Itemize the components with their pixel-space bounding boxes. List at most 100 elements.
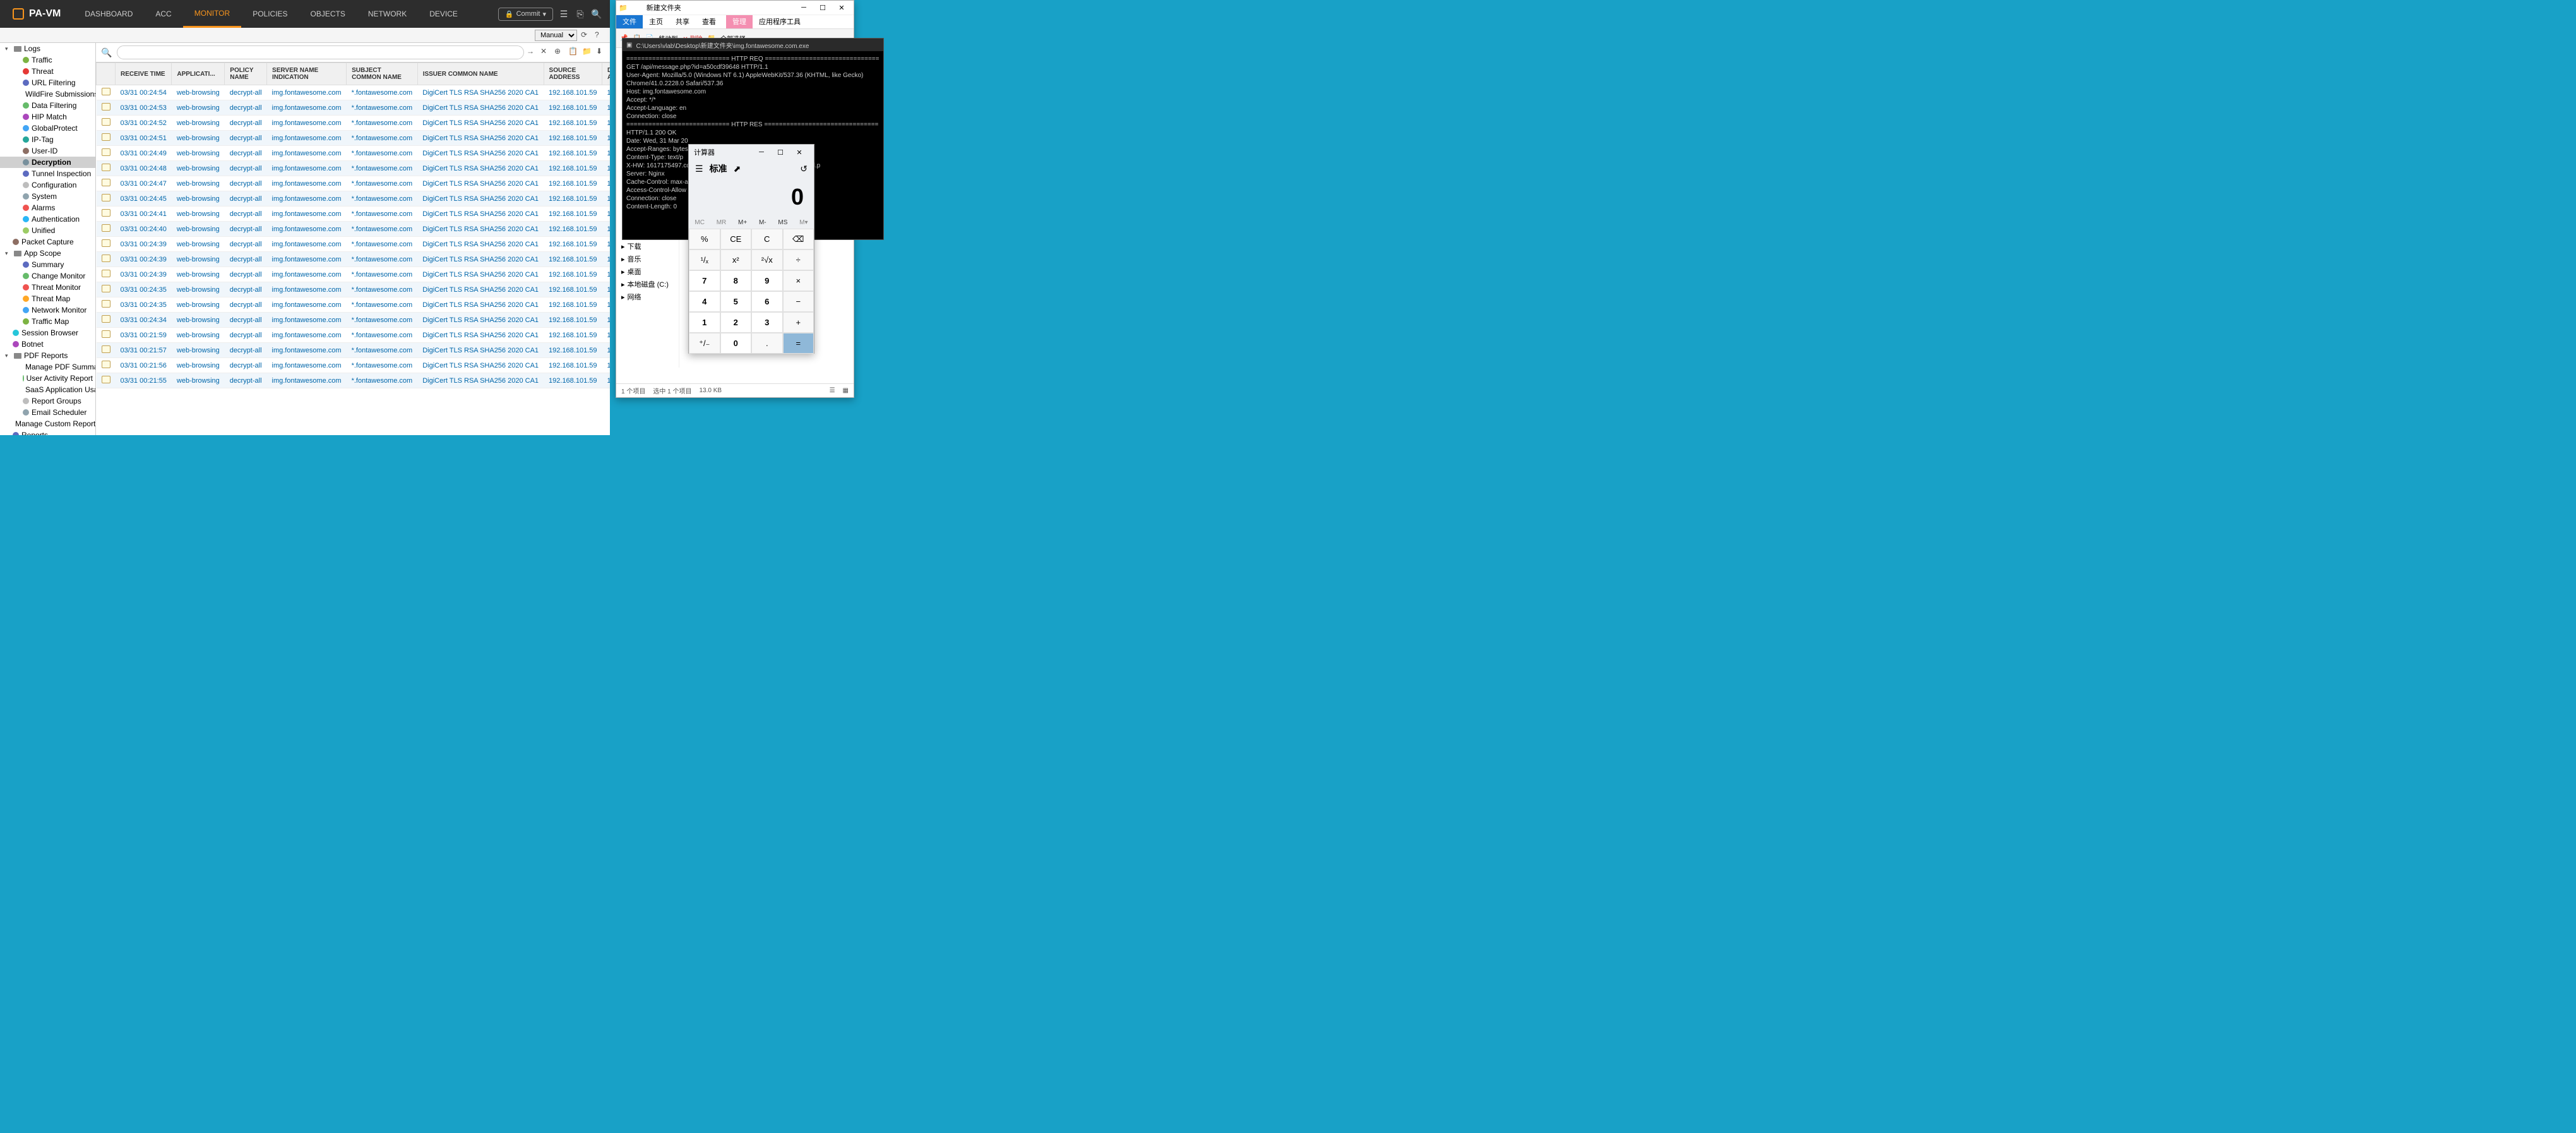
- row-detail-icon[interactable]: [97, 313, 116, 328]
- calc-btn-3[interactable]: 3: [751, 312, 783, 333]
- row-detail-icon[interactable]: [97, 116, 116, 131]
- on-top-icon[interactable]: ⬈: [734, 164, 741, 174]
- ribbon-tab-home[interactable]: 主页: [643, 15, 669, 28]
- col-header[interactable]: SUBJECT COMMON NAME: [347, 63, 418, 85]
- col-header[interactable]: ISSUER COMMON NAME: [417, 63, 544, 85]
- col-header[interactable]: RECEIVE TIME: [116, 63, 172, 85]
- nav-acc[interactable]: ACC: [144, 0, 182, 28]
- nav-network[interactable]: NETWORK: [357, 0, 418, 28]
- terminal-titlebar[interactable]: ▣ C:\Users\vlab\Desktop\新建文件夹\img.fontaw…: [623, 39, 883, 51]
- ribbon-tab-file[interactable]: 文件: [616, 15, 643, 28]
- calc-btn-9[interactable]: 9: [751, 270, 783, 291]
- row-detail-icon[interactable]: [97, 100, 116, 116]
- explorer-tree-item[interactable]: ▸本地磁盘 (C:): [619, 278, 676, 291]
- sidebar-item-threat-map[interactable]: Threat Map: [0, 293, 95, 304]
- sidebar-item-traffic[interactable]: Traffic: [0, 54, 95, 66]
- row-detail-icon[interactable]: [97, 237, 116, 252]
- sidebar-item-tunnel-inspection[interactable]: Tunnel Inspection: [0, 168, 95, 179]
- sidebar-item-summary[interactable]: Summary: [0, 259, 95, 270]
- calc-btn-²√x[interactable]: ²√x: [751, 249, 783, 270]
- log-row[interactable]: 03/31 00:24:54web-browsingdecrypt-allimg…: [97, 85, 611, 100]
- calc-btn-CE[interactable]: CE: [720, 229, 752, 249]
- sidebar-item-logs[interactable]: ▾Logs: [0, 43, 95, 54]
- calc-btn-x²[interactable]: x²: [720, 249, 752, 270]
- sidebar-item-threat-monitor[interactable]: Threat Monitor: [0, 282, 95, 293]
- calc-btn-+[interactable]: +: [783, 312, 814, 333]
- sidebar-item-ip-tag[interactable]: IP-Tag: [0, 134, 95, 145]
- calc-minimize-button[interactable]: ─: [752, 145, 771, 159]
- sidebar-item-botnet[interactable]: Botnet: [0, 339, 95, 350]
- menu-icon[interactable]: ☰: [695, 164, 703, 174]
- log-row[interactable]: 03/31 00:24:48web-browsingdecrypt-allimg…: [97, 161, 611, 176]
- row-detail-icon[interactable]: [97, 131, 116, 146]
- row-detail-icon[interactable]: [97, 176, 116, 191]
- log-row[interactable]: 03/31 00:24:39web-browsingdecrypt-allimg…: [97, 252, 611, 267]
- sidebar-item-traffic-map[interactable]: Traffic Map: [0, 316, 95, 327]
- row-detail-icon[interactable]: [97, 85, 116, 100]
- row-detail-icon[interactable]: [97, 222, 116, 237]
- tasks-icon[interactable]: ☰: [558, 8, 569, 20]
- calc-close-button[interactable]: ✕: [790, 145, 809, 159]
- sidebar-item-session-browser[interactable]: Session Browser: [0, 327, 95, 339]
- sidebar-item-user-activity-report[interactable]: User Activity Report: [0, 373, 95, 384]
- calc-btn-4[interactable]: 4: [689, 291, 720, 312]
- nav-device[interactable]: DEVICE: [418, 0, 469, 28]
- log-row[interactable]: 03/31 00:24:49web-browsingdecrypt-allimg…: [97, 146, 611, 161]
- calc-btn-7[interactable]: 7: [689, 270, 720, 291]
- row-detail-icon[interactable]: [97, 282, 116, 297]
- sidebar-item-manage-custom-reports[interactable]: Manage Custom Reports: [0, 418, 95, 429]
- nav-objects[interactable]: OBJECTS: [299, 0, 357, 28]
- sidebar-item-reports[interactable]: Reports: [0, 429, 95, 435]
- calc-memory-m+[interactable]: M+: [738, 219, 747, 226]
- log-row[interactable]: 03/31 00:21:56web-browsingdecrypt-allimg…: [97, 358, 611, 373]
- calc-btn-¹/ₓ[interactable]: ¹/ₓ: [689, 249, 720, 270]
- ribbon-context-tab[interactable]: 管理: [726, 15, 753, 28]
- log-row[interactable]: 03/31 00:24:35web-browsingdecrypt-allimg…: [97, 282, 611, 297]
- sidebar-item-wildfire-submissions[interactable]: WildFire Submissions: [0, 88, 95, 100]
- col-header[interactable]: SOURCE ADDRESS: [544, 63, 602, 85]
- log-row[interactable]: 03/31 00:24:39web-browsingdecrypt-allimg…: [97, 237, 611, 252]
- explorer-tree-item[interactable]: ▸桌面: [619, 265, 676, 278]
- sidebar-item-network-monitor[interactable]: Network Monitor: [0, 304, 95, 316]
- row-detail-icon[interactable]: [97, 207, 116, 222]
- row-detail-icon[interactable]: [97, 373, 116, 388]
- calc-btn-÷[interactable]: ÷: [783, 249, 814, 270]
- sidebar-item-manage-pdf-summary[interactable]: Manage PDF Summary: [0, 361, 95, 373]
- language-icon[interactable]: ⎘: [575, 8, 586, 20]
- calc-btn-C[interactable]: C: [751, 229, 783, 249]
- col-header[interactable]: APPLICATI...: [172, 63, 225, 85]
- ribbon-tab-share[interactable]: 共享: [669, 15, 696, 28]
- calc-btn-2[interactable]: 2: [720, 312, 752, 333]
- calc-btn-6[interactable]: 6: [751, 291, 783, 312]
- apply-filter-icon[interactable]: →: [527, 47, 538, 58]
- calc-memory-mr[interactable]: MR: [717, 219, 727, 226]
- row-detail-icon[interactable]: [97, 297, 116, 313]
- col-header[interactable]: POLICY NAME: [225, 63, 267, 85]
- log-row[interactable]: 03/31 00:24:35web-browsingdecrypt-allimg…: [97, 297, 611, 313]
- view-icons-icon[interactable]: ▦: [843, 387, 849, 394]
- sidebar-item-packet-capture[interactable]: Packet Capture: [0, 236, 95, 248]
- calc-btn-8[interactable]: 8: [720, 270, 752, 291]
- log-row[interactable]: 03/31 00:21:55web-browsingdecrypt-allimg…: [97, 373, 611, 388]
- log-row[interactable]: 03/31 00:24:39web-browsingdecrypt-allimg…: [97, 267, 611, 282]
- log-row[interactable]: 03/31 00:24:45web-browsingdecrypt-allimg…: [97, 191, 611, 207]
- history-icon[interactable]: ↺: [800, 164, 808, 174]
- row-detail-icon[interactable]: [97, 267, 116, 282]
- log-row[interactable]: 03/31 00:24:52web-browsingdecrypt-allimg…: [97, 116, 611, 131]
- log-row[interactable]: 03/31 00:24:40web-browsingdecrypt-allimg…: [97, 222, 611, 237]
- calc-btn-×[interactable]: ×: [783, 270, 814, 291]
- row-detail-icon[interactable]: [97, 328, 116, 343]
- sidebar-item-change-monitor[interactable]: Change Monitor: [0, 270, 95, 282]
- col-header[interactable]: SERVER NAME INDICATION: [267, 63, 347, 85]
- sidebar-item-app-scope[interactable]: ▾App Scope: [0, 248, 95, 259]
- pavm-logo[interactable]: PA-VM: [0, 8, 73, 20]
- explorer-tree-item[interactable]: ▸网络: [619, 291, 676, 303]
- calculator-titlebar[interactable]: 计算器 ─ ☐ ✕: [689, 145, 814, 160]
- view-details-icon[interactable]: ☰: [830, 387, 835, 394]
- col-header[interactable]: DESTINATI... ADDRESS: [602, 63, 611, 85]
- sidebar-item-saas-application-usage[interactable]: SaaS Application Usage: [0, 384, 95, 395]
- help-icon[interactable]: ?: [595, 30, 605, 40]
- explorer-tree-item[interactable]: ▸音乐: [619, 253, 676, 265]
- ribbon-tab-view[interactable]: 查看: [696, 15, 722, 28]
- log-row[interactable]: 03/31 00:21:57web-browsingdecrypt-allimg…: [97, 343, 611, 358]
